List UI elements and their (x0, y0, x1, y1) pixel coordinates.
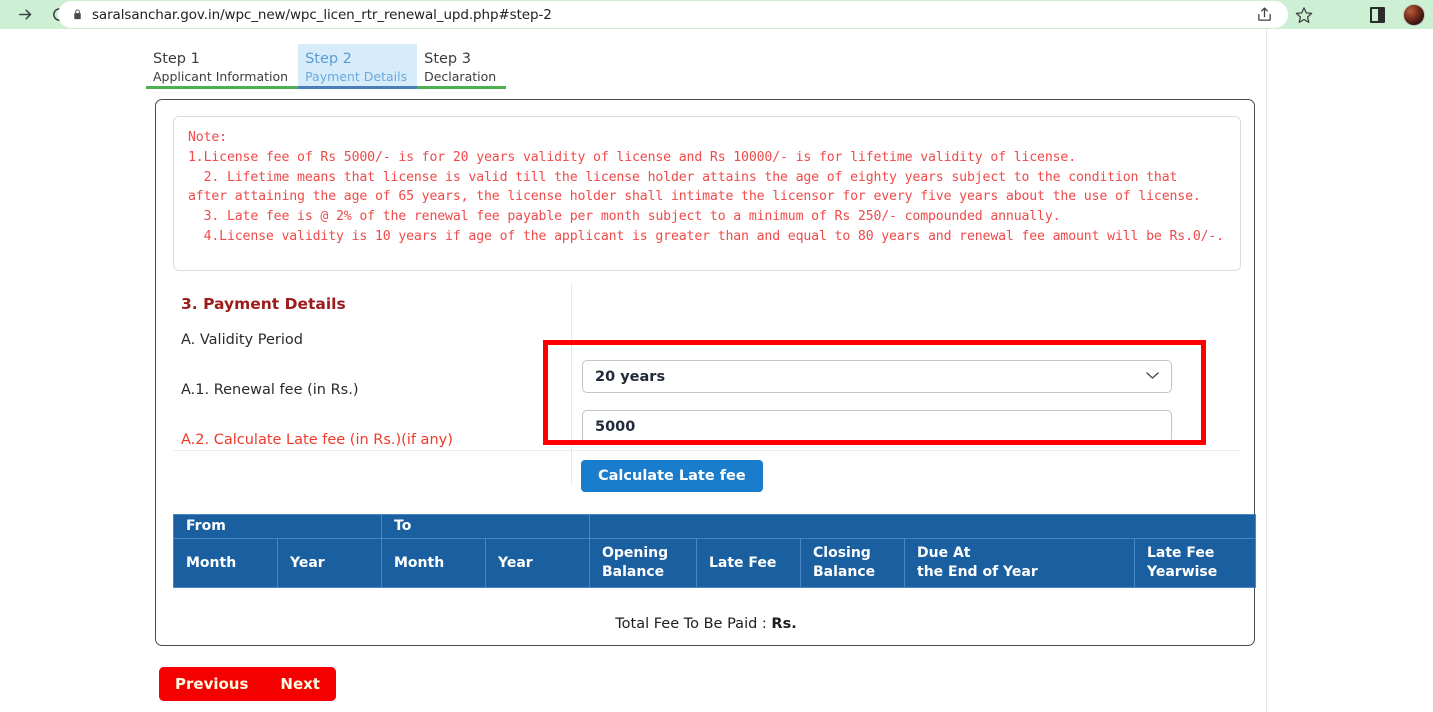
validity-period-select[interactable]: 20 years (582, 360, 1172, 393)
page-content: Step 1 Applicant Information Step 2 Paym… (0, 29, 1433, 712)
chrome-right-actions (1370, 0, 1425, 29)
table-col-to-month: Month (381, 538, 486, 588)
note-line-5: 4.License validity is 10 years if age of… (188, 228, 1225, 244)
total-fee-label: Total Fee To Be Paid : (615, 616, 772, 632)
renewal-fee-value: 5000 (595, 418, 636, 435)
forward-arrow-icon[interactable] (8, 1, 42, 29)
table-col-late-fee: Late Fee (696, 538, 801, 588)
previous-button[interactable]: Previous (159, 667, 265, 701)
table-group-to: To (381, 514, 590, 539)
table-col-opening-balance: Opening Balance (589, 538, 697, 588)
tab-step-1-subtitle: Applicant Information (153, 69, 289, 84)
address-bar[interactable]: saralsanchar.gov.in/wpc_new/wpc_licen_rt… (58, 1, 1288, 28)
table-col-from-month: Month (173, 538, 278, 588)
table-col-late-fee-yearwise: Late Fee Yearwise (1134, 538, 1256, 588)
table-group-header-row: From To (173, 514, 1256, 539)
section-title: 3. Payment Details (181, 295, 346, 313)
validity-period-value: 20 years (595, 368, 666, 385)
note-line-2: 2. Lifetime means that license is valid … (188, 169, 1178, 185)
chevron-down-icon (1146, 370, 1159, 383)
sidebar-panel-icon[interactable] (1370, 6, 1385, 23)
footer-buttons: Previous Next (159, 667, 336, 701)
calculate-late-fee-button[interactable]: Calculate Late fee (581, 460, 763, 492)
note-heading: Note: (188, 130, 227, 145)
page-column: Step 1 Applicant Information Step 2 Paym… (0, 29, 1267, 712)
renewal-fee-label: A.1. Renewal fee (in Rs.) (181, 382, 359, 398)
tab-step-3[interactable]: Step 3 Declaration (417, 44, 507, 89)
total-fee-value: Rs. (771, 616, 797, 632)
tab-step-2[interactable]: Step 2 Payment Details (298, 44, 418, 89)
step-tabs: Step 1 Applicant Information Step 2 Paym… (146, 44, 507, 89)
tab-step-1[interactable]: Step 1 Applicant Information (146, 44, 299, 89)
share-icon[interactable] (1256, 6, 1273, 23)
table-col-to-year: Year (485, 538, 590, 588)
calculate-late-fee-label: A.2. Calculate Late fee (in Rs.)(if any) (181, 432, 453, 448)
vertical-divider (571, 284, 572, 484)
star-icon[interactable] (1295, 6, 1313, 24)
table-header-row: Month Year Month Year Opening Balance La… (173, 538, 1256, 588)
tab-step-2-subtitle: Payment Details (305, 69, 408, 84)
renewal-fee-input[interactable]: 5000 (582, 410, 1172, 443)
total-fee-line: Total Fee To Be Paid : Rs. (156, 616, 1256, 632)
lock-icon (72, 8, 83, 21)
validity-period-label: A. Validity Period (181, 332, 303, 348)
note-line-1: 1.License fee of Rs 5000/- is for 20 yea… (188, 149, 1077, 165)
tab-step-1-title: Step 1 (153, 51, 200, 67)
note-box: Note: 1.License fee of Rs 5000/- is for … (173, 116, 1241, 271)
tab-step-3-subtitle: Declaration (424, 69, 497, 84)
note-line-3: after attaining the age of 65 years, the… (188, 189, 1201, 205)
url-text: saralsanchar.gov.in/wpc_new/wpc_licen_rt… (92, 6, 552, 23)
table-col-from-year: Year (277, 538, 382, 588)
omnibox-actions (1256, 0, 1313, 29)
browser-toolbar: saralsanchar.gov.in/wpc_new/wpc_licen_rt… (0, 0, 1433, 29)
table-group-blank (589, 514, 1256, 539)
payment-details-card: Note: 1.License fee of Rs 5000/- is for … (155, 99, 1256, 646)
tab-step-3-underline (417, 86, 507, 89)
tab-step-1-underline (146, 86, 299, 89)
table-col-closing-balance: Closing Balance (800, 538, 905, 588)
tab-step-2-title: Step 2 (305, 51, 352, 67)
tab-step-3-title: Step 3 (424, 51, 471, 67)
note-line-4: 3. Late fee is @ 2% of the renewal fee p… (188, 209, 1061, 225)
next-button[interactable]: Next (264, 667, 336, 701)
table-group-from: From (173, 514, 382, 539)
horizontal-divider (173, 450, 1241, 451)
table-col-due-at-end-of-year: Due At the End of Year (904, 538, 1135, 588)
tab-step-2-underline (298, 86, 418, 89)
late-fee-table: From To Month Year Month Year Opening Ba… (173, 514, 1256, 588)
profile-avatar[interactable] (1403, 3, 1425, 26)
